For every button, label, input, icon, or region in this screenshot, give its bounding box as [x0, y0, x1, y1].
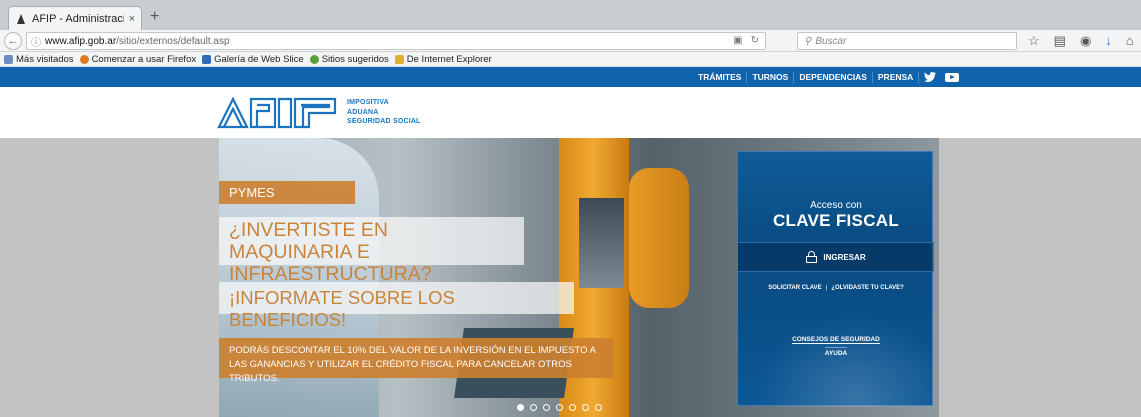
tab-title: AFIP - Administración Fed...: [32, 12, 124, 25]
browser-tab[interactable]: AFIP - Administración Fed... ×: [8, 6, 142, 30]
consejos-seguridad-row: CONSEJOS DE SEGURIDAD: [738, 336, 934, 344]
star-icon[interactable]: ☆: [1028, 33, 1040, 49]
suggested-sites-icon: [309, 54, 319, 64]
ingresar-label: INGRESAR: [823, 252, 866, 262]
olvidaste-clave-link[interactable]: ¿OLVIDASTE TU CLAVE?: [831, 285, 903, 291]
lock-icon: [806, 251, 818, 263]
bookmarks-library-icon[interactable]: ▤: [1054, 33, 1066, 49]
bookmark-label: Comenzar a usar Firefox: [91, 53, 197, 65]
top-nav-menu: TRÁMITES TURNOS DEPENDENCIAS PRENSA: [693, 67, 964, 87]
browser-nav-bar: ← ⓘ www.afip.gob.ar/sitio/externos/defau…: [0, 30, 1141, 52]
toolbar-icons: ☆ ▤ ◉ ↓ ⌂ ≡: [1028, 33, 1141, 49]
url-path: /sitio/externos/default.asp: [116, 35, 230, 47]
bookmarks-bar: Más visitados Comenzar a usar Firefox Ga…: [0, 52, 1141, 67]
info-icon[interactable]: ⓘ: [31, 34, 41, 49]
reload-icon[interactable]: ↻: [751, 35, 759, 46]
hero-badge[interactable]: PYMES: [219, 181, 355, 204]
search-placeholder: Buscar: [815, 35, 847, 47]
afip-logo[interactable]: [217, 97, 337, 129]
ingresar-button[interactable]: INGRESAR: [738, 242, 934, 272]
ayuda-link[interactable]: AYUDA: [824, 347, 848, 357]
slider-dot[interactable]: [556, 404, 563, 411]
back-arrow-icon: ←: [7, 35, 19, 47]
nav-prensa[interactable]: PRENSA: [873, 71, 920, 83]
url-domain: www.afip.gob.ar: [45, 35, 117, 47]
hero-title-info[interactable]: ¡INFORMATE SOBRE LOS BENEFICIOS!: [219, 282, 574, 330]
slider-dot[interactable]: [595, 404, 602, 411]
logo-line-aduana: ADUANA: [347, 108, 379, 116]
home-icon[interactable]: ⌂: [1126, 33, 1134, 49]
firefox-icon: [79, 54, 89, 64]
bookmark-item[interactable]: Comenzar a usar Firefox: [79, 53, 197, 65]
solicitar-clave-link[interactable]: SOLICITAR CLAVE: [768, 285, 821, 291]
site-header: IMPOSITIVA ADUANA SEGURIDAD SOCIAL: [0, 87, 1141, 138]
clave-fiscal-title: CLAVE FISCAL: [772, 211, 900, 230]
logo-line-seguridad: SEGURIDAD SOCIAL: [347, 118, 421, 125]
access-label: Acceso con: [810, 200, 862, 211]
twitter-icon[interactable]: [924, 72, 937, 82]
login-links: SOLICITAR CLAVE | ¿OLVIDASTE TU CLAVE?: [738, 285, 934, 291]
new-tab-button[interactable]: +: [150, 8, 159, 26]
url-text: www.afip.gob.ar/sitio/externos/default.a…: [45, 36, 230, 47]
download-icon[interactable]: ↓: [1105, 33, 1112, 49]
hero-description[interactable]: PODRÁS DESCONTAR EL 10% DEL VALOR DE LA …: [219, 338, 614, 384]
ayuda-row: AYUDA: [738, 347, 934, 357]
pocket-icon[interactable]: ◉: [1080, 33, 1091, 49]
back-button[interactable]: ←: [4, 32, 22, 50]
bookmark-item[interactable]: De Internet Explorer: [394, 53, 492, 65]
search-bar[interactable]: ⚲ Buscar: [797, 32, 1017, 50]
nav-tramites[interactable]: TRÁMITES: [693, 71, 748, 83]
bookmark-item[interactable]: Sitios sugeridos: [309, 53, 389, 65]
address-bar-actions: ▣ ↻: [733, 35, 759, 46]
hero-title-question[interactable]: ¿INVERTISTE EN MAQUINARIA E INFRAESTRUCT…: [219, 217, 524, 285]
clave-fiscal-panel: Acceso con CLAVE FISCAL INGRESAR SOLICIT…: [737, 151, 934, 407]
site-top-nav: TRÁMITES TURNOS DEPENDENCIAS PRENSA: [0, 67, 1141, 87]
bookmark-label: Sitios sugeridos: [321, 53, 389, 65]
logo-subtitle: IMPOSITIVA ADUANA SEGURIDAD SOCIAL: [347, 98, 421, 127]
afip-favicon-icon: [17, 13, 25, 24]
slider-dot[interactable]: [517, 404, 524, 411]
bookmark-item[interactable]: Galería de Web Slice: [202, 54, 304, 65]
slider-dot[interactable]: [582, 404, 589, 411]
robot-arm-joint-image: [629, 168, 689, 308]
consejos-seguridad-link[interactable]: CONSEJOS DE SEGURIDAD: [792, 336, 880, 344]
youtube-icon[interactable]: [945, 72, 960, 82]
slider-dots: [517, 404, 602, 411]
reader-view-icon[interactable]: ▣: [733, 35, 742, 46]
browser-tab-bar: AFIP - Administración Fed... × +: [0, 0, 1141, 30]
nav-dependencias[interactable]: DEPENDENCIAS: [794, 71, 873, 83]
folder-icon: [394, 54, 404, 64]
web-slice-icon: [202, 54, 212, 64]
bookmark-label: Más visitados: [16, 53, 74, 65]
address-bar[interactable]: ⓘ www.afip.gob.ar/sitio/externos/default…: [26, 32, 766, 50]
slider-dot[interactable]: [543, 404, 550, 411]
tab-close-icon[interactable]: ×: [129, 13, 135, 25]
bookmark-item[interactable]: Más visitados: [4, 54, 74, 65]
robot-tool-image: [579, 198, 624, 288]
link-separator: |: [825, 285, 828, 291]
social-links: [919, 72, 964, 82]
slider-dot[interactable]: [530, 404, 537, 411]
bookmark-label: Galería de Web Slice: [214, 53, 304, 65]
search-icon: ⚲: [804, 35, 812, 47]
nav-turnos[interactable]: TURNOS: [747, 71, 795, 83]
logo-line-impositiva: IMPOSITIVA: [347, 99, 389, 106]
slider-dot[interactable]: [569, 404, 576, 411]
bookmark-icon: [4, 54, 13, 64]
bookmark-label: De Internet Explorer: [406, 53, 492, 65]
